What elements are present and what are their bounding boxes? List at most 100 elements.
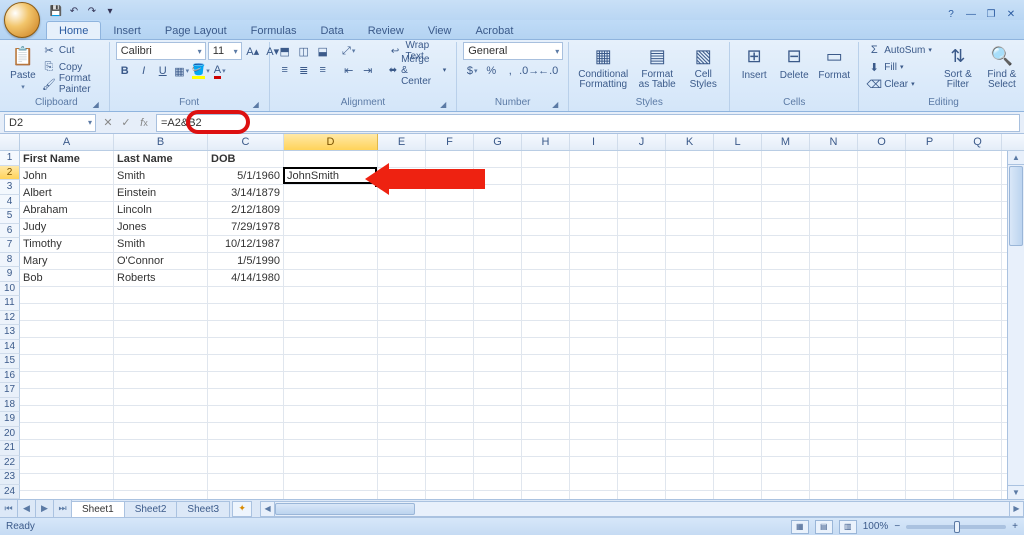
cell-I4[interactable] <box>570 202 618 218</box>
cell-P2[interactable] <box>906 168 954 184</box>
clear-button[interactable]: ⌫Clear▾ <box>865 76 934 92</box>
format-cells-button[interactable]: ▭Format <box>816 42 852 81</box>
cell-I10[interactable] <box>570 304 618 320</box>
cell-H20[interactable] <box>522 474 570 490</box>
cell-E7[interactable] <box>378 253 426 269</box>
first-sheet-icon[interactable]: ⏮ <box>0 500 18 517</box>
cell-Q18[interactable] <box>954 440 1002 456</box>
cell-G21[interactable] <box>474 491 522 499</box>
cell-P5[interactable] <box>906 219 954 235</box>
cell-Q15[interactable] <box>954 389 1002 405</box>
cell-A3[interactable]: Albert <box>20 185 114 201</box>
cell-J17[interactable] <box>618 423 666 439</box>
cell-L7[interactable] <box>714 253 762 269</box>
cell-N19[interactable] <box>810 457 858 473</box>
cell-Q2[interactable] <box>954 168 1002 184</box>
sheet-tab-sheet2[interactable]: Sheet2 <box>124 501 178 517</box>
cell-C9[interactable] <box>208 287 284 303</box>
cell-E14[interactable] <box>378 372 426 388</box>
cell-M21[interactable] <box>762 491 810 499</box>
cell-K14[interactable] <box>666 372 714 388</box>
qat-customize-icon[interactable]: ▾ <box>102 3 118 19</box>
cell-F10[interactable] <box>426 304 474 320</box>
cell-H10[interactable] <box>522 304 570 320</box>
row-header-20[interactable]: 20 <box>0 427 20 442</box>
cell-H21[interactable] <box>522 491 570 499</box>
cell-B4[interactable]: Lincoln <box>114 202 208 218</box>
undo-icon[interactable]: ↶ <box>66 3 82 19</box>
zoom-knob[interactable] <box>954 521 960 533</box>
cell-I17[interactable] <box>570 423 618 439</box>
zoom-slider[interactable] <box>906 525 1006 529</box>
next-sheet-icon[interactable]: ▶ <box>36 500 54 517</box>
cell-Q5[interactable] <box>954 219 1002 235</box>
cell-H14[interactable] <box>522 372 570 388</box>
cell-H8[interactable] <box>522 270 570 286</box>
cell-K19[interactable] <box>666 457 714 473</box>
cell-E13[interactable] <box>378 355 426 371</box>
cell-O18[interactable] <box>858 440 906 456</box>
cell-Q20[interactable] <box>954 474 1002 490</box>
row-header-3[interactable]: 3 <box>0 180 20 195</box>
accounting-format-button[interactable]: $ <box>463 62 481 80</box>
cut-button[interactable]: ✂Cut <box>40 42 103 58</box>
restore-icon[interactable]: ❐ <box>984 8 998 20</box>
cell-F20[interactable] <box>426 474 474 490</box>
last-sheet-icon[interactable]: ⏭ <box>54 500 72 517</box>
cell-Q8[interactable] <box>954 270 1002 286</box>
cell-K4[interactable] <box>666 202 714 218</box>
cell-I8[interactable] <box>570 270 618 286</box>
cell-Q6[interactable] <box>954 236 1002 252</box>
new-sheet-button[interactable]: ✦ <box>232 501 252 517</box>
cell-C19[interactable] <box>208 457 284 473</box>
cell-A4[interactable]: Abraham <box>20 202 114 218</box>
cell-J7[interactable] <box>618 253 666 269</box>
zoom-out-button[interactable]: − <box>894 521 900 532</box>
cell-K9[interactable] <box>666 287 714 303</box>
cell-F9[interactable] <box>426 287 474 303</box>
cell-B7[interactable]: O'Connor <box>114 253 208 269</box>
cell-O16[interactable] <box>858 406 906 422</box>
cell-M19[interactable] <box>762 457 810 473</box>
cell-E6[interactable] <box>378 236 426 252</box>
tab-home[interactable]: Home <box>46 21 101 39</box>
cell-A15[interactable] <box>20 389 114 405</box>
cell-P1[interactable] <box>906 151 954 167</box>
cell-M17[interactable] <box>762 423 810 439</box>
cell-K12[interactable] <box>666 338 714 354</box>
merge-center-button[interactable]: ⬌Merge & Center▾ <box>385 61 451 79</box>
cell-D12[interactable] <box>284 338 378 354</box>
cell-H13[interactable] <box>522 355 570 371</box>
cell-K1[interactable] <box>666 151 714 167</box>
cell-B12[interactable] <box>114 338 208 354</box>
column-header-L[interactable]: L <box>714 134 762 150</box>
font-name-combo[interactable]: Calibri <box>116 42 206 60</box>
cell-styles-button[interactable]: ▧Cell Styles <box>683 42 723 90</box>
grow-font-button[interactable]: A▴ <box>244 42 262 60</box>
cell-D5[interactable] <box>284 219 378 235</box>
row-header-15[interactable]: 15 <box>0 354 20 369</box>
fill-button[interactable]: ⬇Fill▾ <box>865 59 934 75</box>
cell-F13[interactable] <box>426 355 474 371</box>
redo-icon[interactable]: ↷ <box>84 3 100 19</box>
cell-A20[interactable] <box>20 474 114 490</box>
cell-G7[interactable] <box>474 253 522 269</box>
number-format-combo[interactable]: General <box>463 42 563 60</box>
cell-K10[interactable] <box>666 304 714 320</box>
hscroll-thumb[interactable] <box>275 503 415 515</box>
zoom-in-button[interactable]: + <box>1012 521 1018 532</box>
cell-L3[interactable] <box>714 185 762 201</box>
cell-L1[interactable] <box>714 151 762 167</box>
align-bottom-button[interactable]: ⬓ <box>314 42 332 60</box>
cell-A10[interactable] <box>20 304 114 320</box>
italic-button[interactable]: I <box>135 62 153 80</box>
sheet-tab-sheet3[interactable]: Sheet3 <box>176 501 230 517</box>
cell-H17[interactable] <box>522 423 570 439</box>
cell-E15[interactable] <box>378 389 426 405</box>
cell-B17[interactable] <box>114 423 208 439</box>
cell-J18[interactable] <box>618 440 666 456</box>
cell-H3[interactable] <box>522 185 570 201</box>
cell-O21[interactable] <box>858 491 906 499</box>
cell-L14[interactable] <box>714 372 762 388</box>
cell-G16[interactable] <box>474 406 522 422</box>
